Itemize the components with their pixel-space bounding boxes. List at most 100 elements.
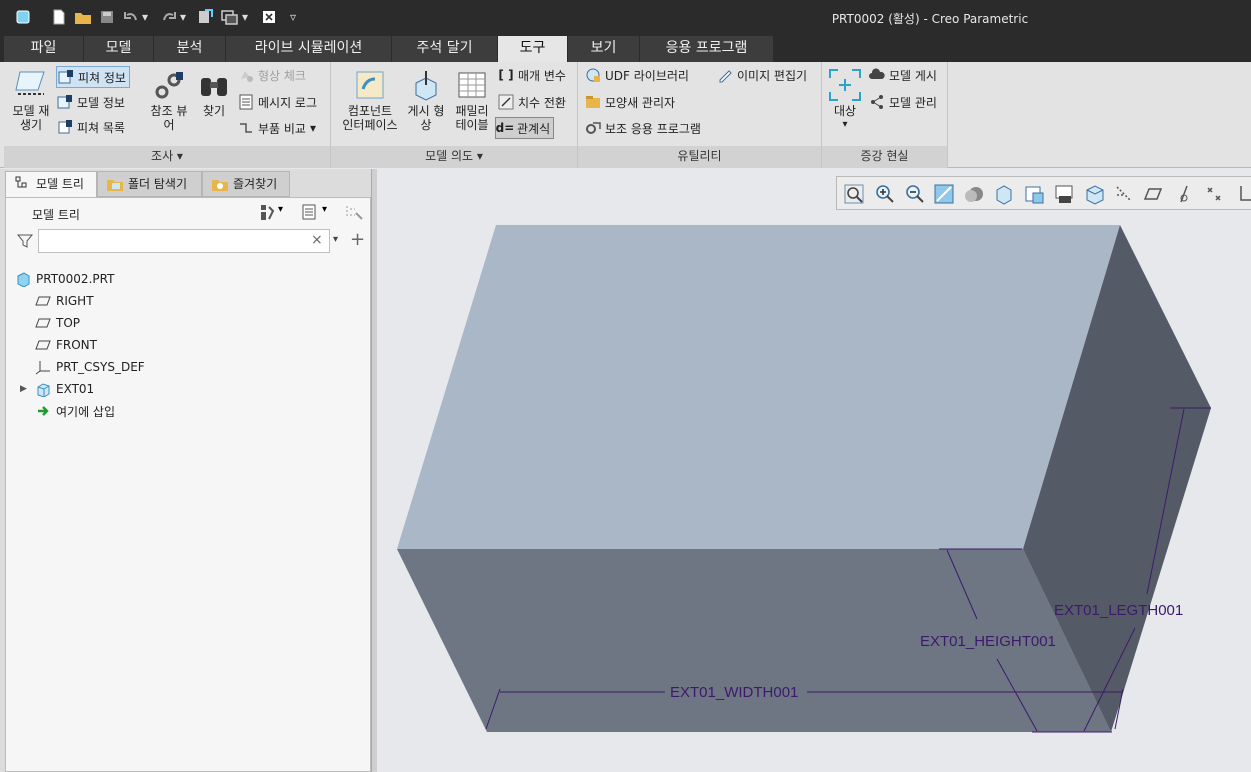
image-editor-icon — [716, 66, 734, 84]
tab-live-simulation[interactable]: 라이브 시뮬레이션 — [226, 36, 392, 62]
model-tree-header: 모델 트리 — [32, 208, 80, 222]
find-button[interactable]: 찾기 — [194, 68, 234, 118]
tab-file[interactable]: 파일 — [4, 36, 84, 62]
group-model-intent-label[interactable]: 모델 의도 ▾ — [331, 146, 577, 168]
dim-width-label[interactable]: EXT01_WIDTH001 — [670, 684, 798, 701]
tree-settings-icon[interactable] — [258, 203, 276, 221]
compare-part-icon — [237, 119, 255, 137]
family-table-button[interactable]: 패밀리 테이블 — [449, 68, 495, 132]
relations-button[interactable]: d= 관계식 — [495, 117, 555, 139]
model-3d-view[interactable]: EXT01_WIDTH001 EXT01_HEIGHT001 EXT01_LEG… — [377, 169, 1251, 772]
tab-model-tree[interactable]: 모델 트리 — [5, 171, 97, 197]
publish-model-label: 모델 게시 — [889, 68, 937, 83]
tab-annotate[interactable]: 주석 달기 — [392, 36, 498, 62]
redo-dropdown-icon[interactable]: ▾ — [178, 8, 188, 26]
manage-models-button[interactable]: 모델 관리 — [868, 91, 937, 113]
component-interface-button[interactable]: 컴포넌트 인터페이스 — [337, 68, 403, 132]
regenerate-model-button[interactable]: 모델 재 생기 — [6, 68, 56, 132]
tree-filter-input[interactable] — [38, 229, 330, 253]
repaint-icon[interactable] — [933, 183, 955, 205]
customize-icon[interactable]: ▿ — [286, 8, 300, 26]
target-button[interactable]: 대상 ▾ — [826, 68, 864, 132]
parameters-button[interactable]: [ ] 매개 변수 — [497, 64, 566, 86]
tree-item-top[interactable]: TOP — [34, 312, 80, 334]
tree-item-csys[interactable]: PRT_CSYS_DEF — [34, 356, 145, 378]
tree-item-front[interactable]: FRONT — [34, 334, 97, 356]
zoom-out-icon[interactable] — [903, 183, 925, 205]
feature-list-button[interactable]: 피쳐 목록 — [56, 116, 125, 138]
publish-model-button[interactable]: 모델 게시 — [868, 64, 937, 86]
group-utilities: UDF 라이브러리 이미지 편집기 모양새 관리자 보조 응용 프로그램 유틸리… — [578, 62, 822, 168]
image-editor-button[interactable]: 이미지 편집기 — [716, 64, 807, 86]
auxiliary-apps-button[interactable]: 보조 응용 프로그램 — [584, 117, 701, 139]
tree-item-extrude[interactable]: ▶ EXT01 — [20, 378, 94, 400]
filter-icon[interactable] — [16, 232, 34, 250]
tree-item-insert-here[interactable]: 여기에 삽입 — [34, 400, 115, 422]
tab-favorites[interactable]: 즐겨찾기 — [202, 171, 290, 197]
undo-icon[interactable] — [122, 8, 140, 26]
model-info-button[interactable]: 모델 정보 — [56, 91, 125, 113]
clear-filter-icon[interactable]: × — [311, 232, 323, 248]
add-filter-icon[interactable]: + — [350, 229, 365, 250]
tab-model[interactable]: 모델 — [84, 36, 154, 62]
tab-view[interactable]: 보기 — [568, 36, 640, 62]
udf-library-button[interactable]: UDF 라이브러리 — [584, 64, 689, 86]
group-augmented-reality: 대상 ▾ 모델 게시 모델 관리 증강 현실 — [822, 62, 948, 168]
feature-info-button[interactable]: 피쳐 정보 — [56, 66, 130, 88]
tab-analysis[interactable]: 분석 — [154, 36, 226, 62]
tab-folder-browser[interactable]: 폴더 탐색기 — [97, 171, 202, 197]
tree-settings-dropdown-icon[interactable]: ▾ — [278, 204, 283, 215]
tree-item-part[interactable]: PRT0002.PRT — [14, 268, 114, 290]
view-manager-icon[interactable] — [1023, 183, 1045, 205]
windows-icon[interactable] — [221, 8, 239, 26]
save-icon[interactable] — [98, 8, 116, 26]
geometry-check-button[interactable]: 형상 체크 — [237, 64, 306, 86]
compare-part-button[interactable]: 부품 비교 ▾ — [237, 117, 316, 139]
datum-display-icon[interactable] — [1113, 183, 1135, 205]
graphics-window[interactable]: EXT01_WIDTH001 EXT01_HEIGHT001 EXT01_LEG… — [377, 169, 1251, 772]
tree-item-label: EXT01 — [56, 382, 95, 396]
redo-icon[interactable] — [160, 8, 178, 26]
regenerate-icon[interactable] — [197, 8, 215, 26]
csys-display-icon[interactable] — [1233, 183, 1251, 205]
tab-applications[interactable]: 응용 프로그램 — [640, 36, 774, 62]
zoom-in-icon[interactable] — [873, 183, 895, 205]
section-icon[interactable] — [1083, 183, 1105, 205]
tree-item-label: PRT0002.PRT — [36, 272, 115, 286]
block-top-face — [397, 225, 1120, 549]
expand-arrow-icon[interactable]: ▶ — [20, 384, 34, 394]
dim-length-label[interactable]: EXT01_LEGTH001 — [1054, 602, 1183, 619]
switch-dimensions-icon — [497, 93, 515, 111]
reference-viewer-button[interactable]: 참조 뷰 어 — [146, 68, 192, 132]
tab-tools[interactable]: 도구 — [498, 36, 568, 63]
open-icon[interactable] — [74, 8, 92, 26]
message-log-label: 메시지 로그 — [258, 95, 318, 110]
windows-dropdown-icon[interactable]: ▾ — [240, 8, 250, 26]
new-icon[interactable] — [50, 8, 68, 26]
filter-dropdown-icon[interactable]: ▾ — [333, 234, 338, 245]
display-style-icon[interactable] — [963, 183, 985, 205]
appearance-manager-button[interactable]: 모양새 관리자 — [584, 91, 675, 113]
message-log-button[interactable]: 메시지 로그 — [237, 91, 317, 113]
tree-item-right[interactable]: RIGHT — [34, 290, 94, 312]
saved-orientations-icon[interactable] — [993, 183, 1015, 205]
undo-dropdown-icon[interactable]: ▾ — [140, 8, 150, 26]
plane-display-icon[interactable] — [1143, 183, 1165, 205]
close-window-icon[interactable] — [260, 8, 278, 26]
target-dropdown-icon[interactable]: ▾ — [826, 118, 864, 132]
dim-height-label[interactable]: EXT01_HEIGHT001 — [920, 633, 1056, 650]
group-investigate-label[interactable]: 조사 ▾ — [4, 146, 330, 168]
hide-tree-icon[interactable] — [344, 203, 364, 221]
show-icon[interactable] — [300, 203, 318, 221]
publish-geometry-button[interactable]: 게시 형 상 — [403, 68, 449, 132]
perspective-icon[interactable] — [1053, 183, 1075, 205]
tree-item-label: 여기에 삽입 — [56, 404, 116, 419]
axis-display-icon[interactable] — [1173, 183, 1195, 205]
refit-icon[interactable] — [843, 183, 865, 205]
show-dropdown-icon[interactable]: ▾ — [322, 204, 327, 215]
point-display-icon[interactable] — [1203, 183, 1225, 205]
compare-part-dropdown-icon[interactable]: ▾ — [310, 121, 316, 135]
app-icon[interactable] — [14, 8, 32, 26]
manage-models-label: 모델 관리 — [889, 95, 937, 110]
switch-dimensions-button[interactable]: 치수 전환 — [497, 91, 566, 113]
